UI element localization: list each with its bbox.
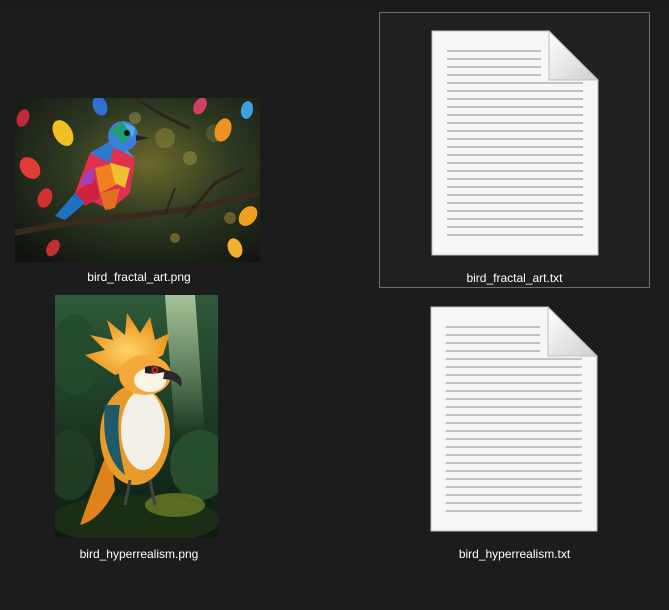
- file-name-label: bird_hyperrealism.txt: [458, 547, 571, 561]
- file-tile-bird-fractal-art-png[interactable]: bird_fractal_art.png: [10, 92, 268, 288]
- file-name-label: bird_hyperrealism.png: [79, 547, 199, 561]
- file-tile-bird-fractal-art-txt[interactable]: bird_fractal_art.txt: [379, 12, 650, 288]
- top-edge: [0, 0, 669, 6]
- text-document-icon: [431, 30, 599, 256]
- file-tile-bird-hyperrealism-png[interactable]: bird_hyperrealism.png: [10, 290, 268, 565]
- file-explorer-view: bird_fractal_art.png bird_fractal_art.tx…: [0, 0, 669, 610]
- file-name-label: bird_fractal_art.png: [87, 270, 191, 284]
- image-thumbnail-hyperreal-bird: [55, 295, 218, 538]
- image-thumbnail-fractal-bird: [15, 98, 260, 262]
- file-tile-bird-hyperrealism-txt[interactable]: bird_hyperrealism.txt: [379, 290, 650, 565]
- text-document-icon: [430, 306, 598, 532]
- file-name-label: bird_fractal_art.txt: [466, 271, 563, 285]
